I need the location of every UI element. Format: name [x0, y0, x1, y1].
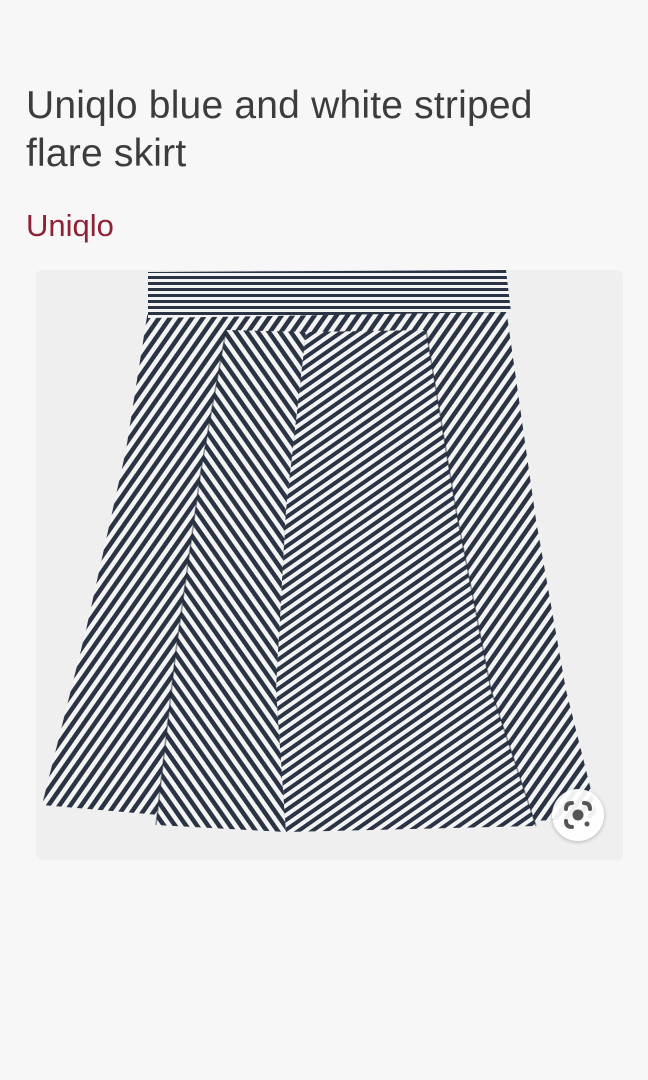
- visual-search-button[interactable]: [552, 789, 604, 841]
- lens-icon: [564, 801, 592, 829]
- skirt-illustration: [42, 270, 598, 832]
- product-title: Uniqlo blue and white striped flare skir…: [26, 84, 533, 175]
- product-image[interactable]: [36, 270, 623, 860]
- brand-name[interactable]: Uniqlo: [26, 206, 114, 246]
